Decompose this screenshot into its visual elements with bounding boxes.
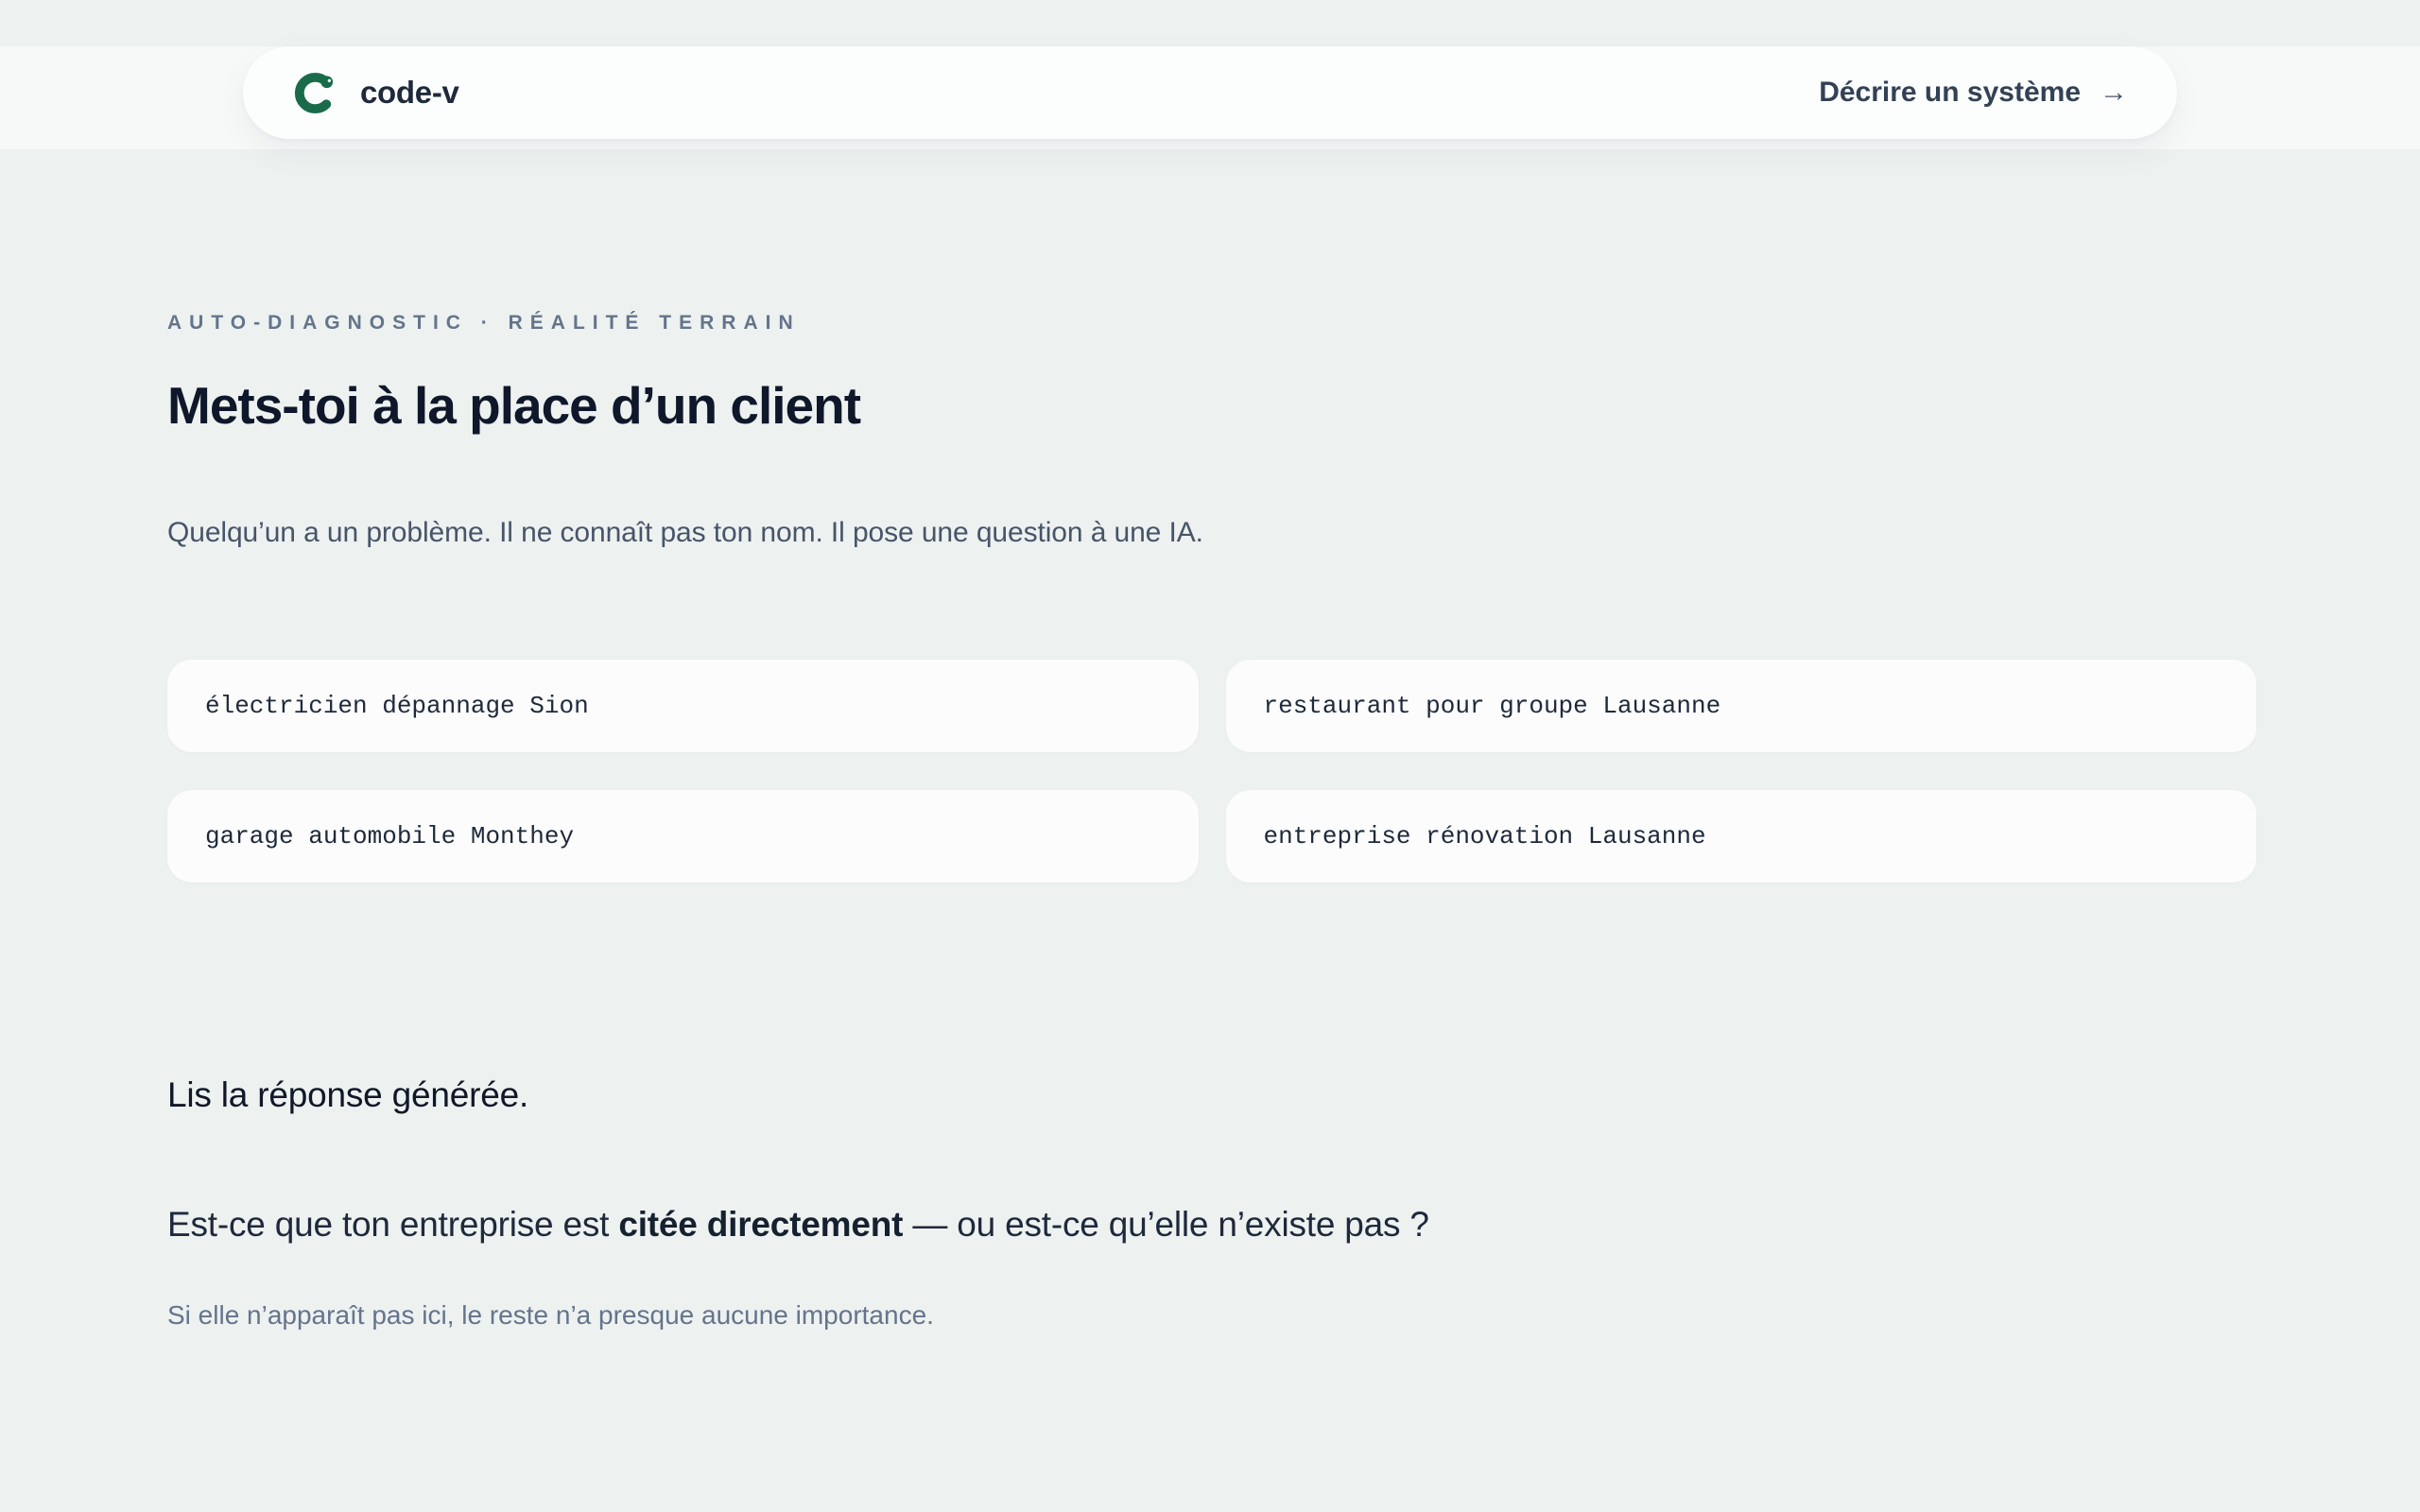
nav-cta-describe-system[interactable]: Décrire un système → [1819, 77, 2128, 109]
query-card-label: garage automobile Monthey [205, 822, 574, 850]
query-card-garage: garage automobile Monthey [167, 790, 1199, 883]
section-eyebrow: AUTO-DIAGNOSTIC · RÉALITÉ TERRAIN [167, 312, 2256, 335]
key-question: Est-ce que ton entreprise est citée dire… [167, 1200, 2256, 1249]
page-title: Mets-toi à la place d’un client [167, 376, 2256, 436]
query-card-electricien: électricien dépannage Sion [167, 660, 1199, 752]
query-card-renovation: entreprise rénovation Lausanne [1226, 790, 2257, 883]
query-grid: électricien dépannage Sion restaurant po… [167, 660, 2256, 883]
importance-note: Si elle n’apparaît pas ici, le reste n’a… [167, 1300, 2256, 1331]
arrow-right-icon: → [2100, 77, 2128, 109]
page-subtitle: Quelqu’un a un problème. Il ne connaît p… [167, 513, 2256, 553]
query-card-label: électricien dépannage Sion [205, 692, 589, 720]
key-question-prefix: Est-ce que ton entreprise est [167, 1205, 618, 1244]
main-content: AUTO-DIAGNOSTIC · RÉALITÉ TERRAIN Mets-t… [0, 312, 2420, 1331]
top-nav: code-v Décrire un système → [243, 46, 2177, 139]
brand-name: code-v [360, 75, 459, 111]
query-card-label: restaurant pour groupe Lausanne [1264, 692, 1721, 720]
brand-logo-icon [293, 71, 337, 115]
query-card-label: entreprise rénovation Lausanne [1264, 822, 1706, 850]
key-question-suffix: — ou est-ce qu’elle n’existe pas ? [903, 1205, 1429, 1244]
query-card-restaurant: restaurant pour groupe Lausanne [1226, 660, 2257, 752]
brand[interactable]: code-v [293, 71, 459, 115]
key-question-emphasis: citée directement [618, 1205, 903, 1244]
nav-cta-label: Décrire un système [1819, 77, 2081, 109]
step-read-response: Lis la réponse générée. [167, 1075, 2256, 1115]
